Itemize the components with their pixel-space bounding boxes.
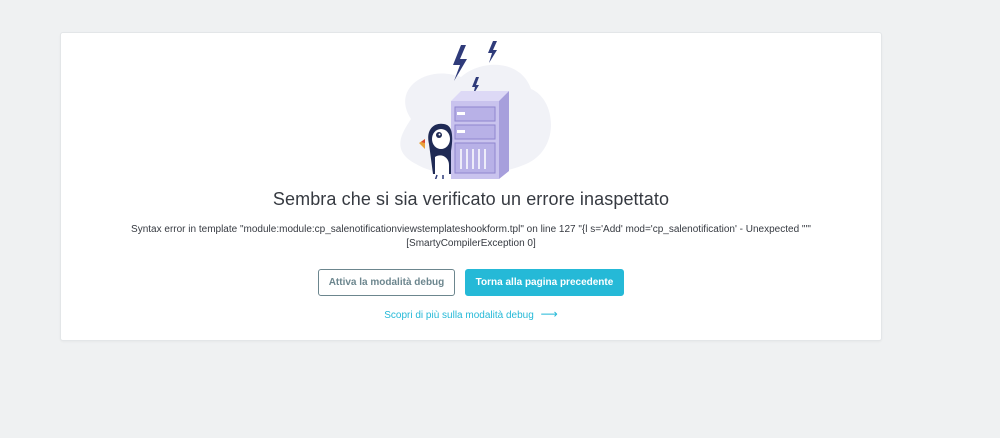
server-error-illustration <box>400 41 551 179</box>
server-tower-icon <box>451 91 509 179</box>
error-card: Sembra che si sia verificato un errore i… <box>60 32 882 341</box>
learn-more-debug-link[interactable]: Scopri di più sulla modalità debug ⟶ <box>61 307 881 321</box>
error-message: Syntax error in template "module:module:… <box>91 223 851 251</box>
enable-debug-button[interactable]: Attiva la modalità debug <box>318 269 455 296</box>
go-back-button[interactable]: Torna alla pagina precedente <box>465 269 624 296</box>
learn-more-debug-label: Scopri di più sulla modalità debug <box>384 310 534 321</box>
error-message-line: Syntax error in template "module:module:… <box>131 224 811 235</box>
error-exception-type: [SmartyCompilerException 0] <box>406 238 536 249</box>
arrow-right-icon: ⟶ <box>540 307 558 321</box>
error-title: Sembra che si sia verificato un errore i… <box>272 189 670 209</box>
lightning-bolt-icon-small <box>488 41 497 63</box>
